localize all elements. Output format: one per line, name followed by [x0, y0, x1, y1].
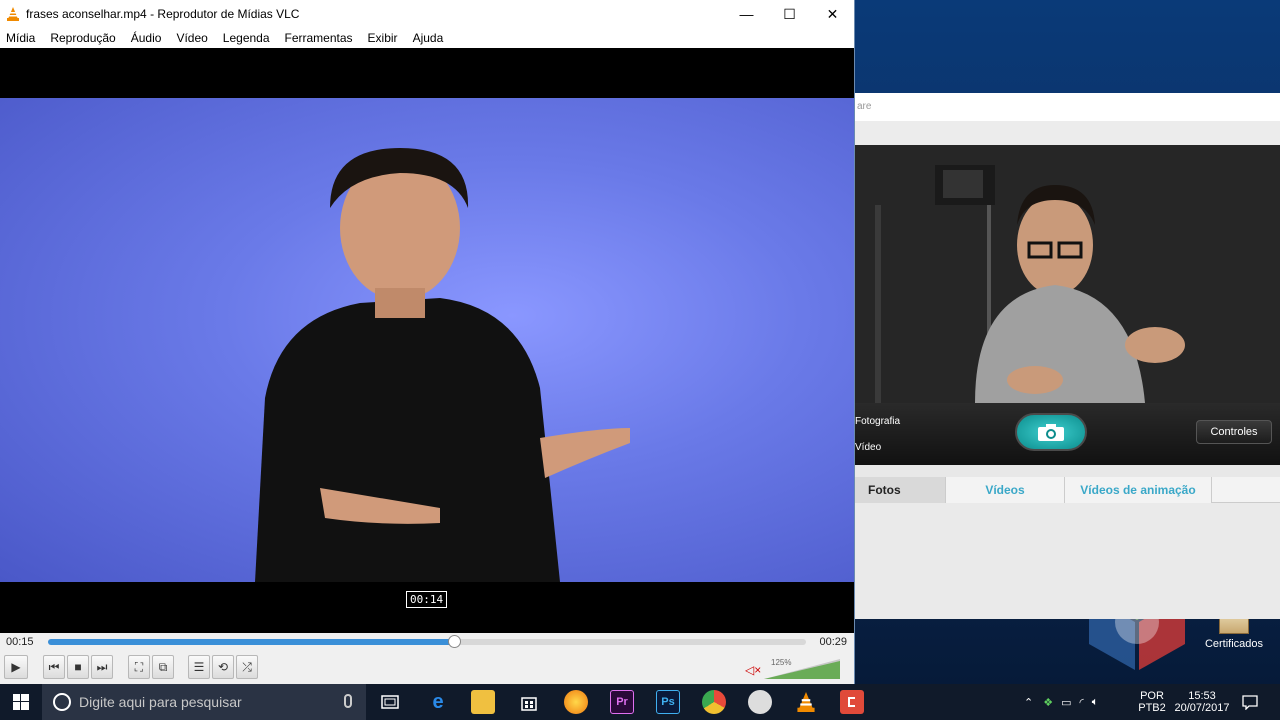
cortana-icon [53, 693, 71, 711]
store-icon[interactable] [517, 690, 541, 714]
wifi-icon[interactable]: ◜ [1080, 696, 1084, 709]
tab-videos[interactable]: Vídeos [946, 477, 1065, 503]
clock-date: 20/07/2017 [1174, 702, 1230, 714]
mode-video-option[interactable]: Vídeo [855, 442, 881, 453]
menu-ajuda[interactable]: Ajuda [413, 31, 444, 45]
menu-legenda[interactable]: Legenda [223, 31, 270, 45]
red-app-icon[interactable] [840, 690, 864, 714]
microphone-icon[interactable] [344, 694, 352, 708]
firefox-icon[interactable] [564, 690, 588, 714]
seek-bar-fill [48, 639, 454, 645]
stop-button[interactable]: ■ [67, 655, 89, 679]
seek-row: 00:15 00:29 [0, 633, 854, 651]
menu-ferramentas[interactable]: Ferramentas [285, 31, 353, 45]
dropbox-icon[interactable]: ❖ [1043, 696, 1053, 709]
next-button[interactable]: ⏭ [91, 655, 113, 679]
file-explorer-icon[interactable] [471, 690, 495, 714]
seek-bar-handle[interactable] [447, 635, 461, 648]
controls-button[interactable]: Controles [1196, 420, 1272, 444]
camera-tabs: Fotos Vídeos Vídeos de animação [855, 477, 1280, 503]
volume-percent: 125% [771, 658, 792, 667]
webcam-preview-image [855, 145, 1280, 403]
shutter-button[interactable] [1015, 413, 1087, 451]
edge-icon[interactable]: e [426, 690, 450, 714]
language-code: POR [1140, 690, 1164, 702]
menu-video[interactable]: Vídeo [176, 31, 207, 45]
video-area[interactable] [0, 48, 854, 633]
camera-control-bar: Fotografia Vídeo Controles [855, 403, 1280, 465]
menu-bar: Mídia Reprodução Áudio Vídeo Legenda Fer… [0, 28, 854, 48]
photoshop-icon[interactable]: Ps [656, 690, 680, 714]
camera-app-strip [855, 121, 1280, 145]
speaker-icon[interactable]: 🔈︎ [1092, 696, 1099, 709]
playlist-button[interactable]: ☰ [188, 655, 210, 679]
previous-button[interactable]: ⏮ [43, 655, 65, 679]
chevron-up-icon[interactable]: ⌃ [1024, 696, 1033, 709]
battery-icon[interactable]: ▭ [1061, 696, 1071, 709]
play-button[interactable]: ▶ [4, 655, 28, 679]
camera-gallery-area [855, 503, 1280, 619]
notifications-icon[interactable] [1242, 684, 1262, 720]
keyboard-layout: PTB2 [1138, 702, 1166, 714]
seek-bar[interactable] [48, 635, 806, 648]
webcam-icon[interactable] [748, 690, 772, 714]
close-button[interactable]: ✕ [811, 0, 854, 28]
menu-reproducao[interactable]: Reprodução [50, 31, 115, 45]
mute-icon[interactable]: ◁× [745, 663, 761, 677]
window-title: frases aconselhar.mp4 - Reprodutor de Mí… [26, 7, 300, 21]
menu-audio[interactable]: Áudio [131, 31, 162, 45]
minimize-button[interactable]: — [725, 0, 768, 28]
chrome-icon[interactable] [702, 690, 726, 714]
webcam-preview [855, 145, 1280, 403]
camera-icon [1038, 424, 1064, 441]
video-frame-image [255, 148, 630, 582]
camera-app-window: are Fotografia Vídeo Controles Fotos Víd… [855, 93, 1280, 619]
menu-midia[interactable]: Mídia [6, 31, 35, 45]
elapsed-time: 00:15 [6, 636, 34, 648]
camera-app-search-field[interactable]: are [855, 93, 1280, 121]
mode-photo-option[interactable]: Fotografia [855, 416, 900, 427]
vlc-icon[interactable] [794, 690, 818, 714]
loop-button[interactable]: ⟲ [212, 655, 234, 679]
vlc-cone-icon [7, 7, 19, 21]
maximize-button[interactable]: ☐ [768, 0, 811, 28]
tab-fotos[interactable]: Fotos [855, 477, 946, 503]
clock[interactable]: 15:53 20/07/2017 [1172, 684, 1232, 720]
taskbar-search-box[interactable]: Digite aqui para pesquisar [42, 684, 366, 720]
vlc-titlebar: frases aconselhar.mp4 - Reprodutor de Mí… [0, 0, 854, 28]
random-button[interactable]: ⤮ [236, 655, 258, 679]
system-tray: ⌃ ❖ ▭ ◜ 🔈︎ [1024, 684, 1134, 720]
search-placeholder: Digite aqui para pesquisar [79, 694, 242, 710]
windows-logo-icon [13, 694, 29, 710]
task-view-icon[interactable] [378, 690, 402, 714]
total-time: 00:29 [819, 636, 847, 648]
clock-time: 15:53 [1188, 690, 1216, 702]
language-indicator[interactable]: POR PTB2 [1137, 684, 1167, 720]
tab-videos-animacao[interactable]: Vídeos de animação [1065, 477, 1212, 503]
fullscreen-button[interactable]: ⛶ [128, 655, 150, 679]
start-button[interactable] [0, 684, 42, 720]
playback-controls: ▶ ⏮ ■ ⏭ ⛶ ⧉ ☰ ⟲ ⤮ ◁× 125% [0, 651, 854, 684]
vlc-window: frases aconselhar.mp4 - Reprodutor de Mí… [0, 0, 855, 684]
menu-exibir[interactable]: Exibir [368, 31, 398, 45]
seek-time-tooltip: 00:14 [406, 591, 448, 608]
video-frame [0, 98, 854, 582]
extended-settings-button[interactable]: ⧉ [152, 655, 174, 679]
desktop-icon-label: Certificados [1204, 638, 1264, 650]
premiere-icon[interactable]: Pr [610, 690, 634, 714]
